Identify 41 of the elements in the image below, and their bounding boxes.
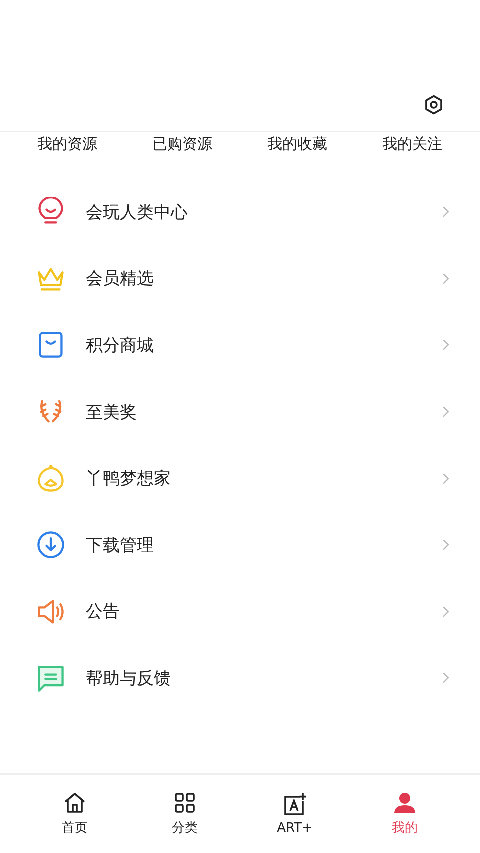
menu-item[interactable]: 丫鸭梦想家 xyxy=(0,445,480,512)
menu-item[interactable]: 会玩人类中心 xyxy=(0,179,480,246)
chevron-icon xyxy=(442,272,450,286)
menu-label: 会玩人类中心 xyxy=(86,202,189,224)
home-icon xyxy=(63,791,87,815)
menu-item[interactable]: 下载管理 xyxy=(0,512,480,579)
nav-tab[interactable]: 分类 xyxy=(150,791,220,837)
menu-label: 积分商城 xyxy=(86,334,155,357)
menu-label: 会员精选 xyxy=(86,268,155,290)
menu-label: 帮助与反馈 xyxy=(86,668,172,690)
person-icon xyxy=(393,791,417,815)
menu-item[interactable]: 至美奖 xyxy=(0,378,480,446)
chevron-icon xyxy=(442,472,450,486)
menu-item[interactable]: 积分商城 xyxy=(0,312,480,379)
nav-tab[interactable]: ART+ xyxy=(260,792,330,836)
chevron-icon xyxy=(442,205,450,220)
tab[interactable]: 我的关注 xyxy=(382,134,442,154)
menu-label: 至美奖 xyxy=(86,402,138,424)
menu-label: 丫鸭梦想家 xyxy=(86,468,172,490)
duck-icon xyxy=(36,464,66,494)
chat-icon xyxy=(36,663,66,694)
menu-item[interactable]: 帮助与反馈 xyxy=(0,645,480,712)
shopping-bag-icon xyxy=(36,330,66,360)
grid-icon xyxy=(173,791,197,815)
menu-item[interactable]: 公告 xyxy=(0,578,480,646)
tab[interactable]: 已购资源 xyxy=(152,134,212,154)
chevron-icon xyxy=(442,604,450,619)
menu-label: 公告 xyxy=(86,601,121,624)
chevron-icon xyxy=(442,538,450,552)
tab[interactable]: 我的收藏 xyxy=(268,134,328,154)
download-icon xyxy=(36,530,66,560)
chevron-icon xyxy=(442,338,450,352)
nav-tab[interactable]: 我的 xyxy=(370,791,440,837)
chevron-icon xyxy=(442,405,450,420)
menu-item[interactable]: 会员精选 xyxy=(0,246,480,312)
menu-label: 下载管理 xyxy=(86,534,155,557)
nav-tab[interactable]: 首页 xyxy=(40,791,110,837)
chevron-icon xyxy=(442,671,450,686)
art-icon xyxy=(283,792,307,816)
tab[interactable]: 我的资源 xyxy=(38,134,98,154)
settings-icon[interactable] xyxy=(423,94,445,116)
